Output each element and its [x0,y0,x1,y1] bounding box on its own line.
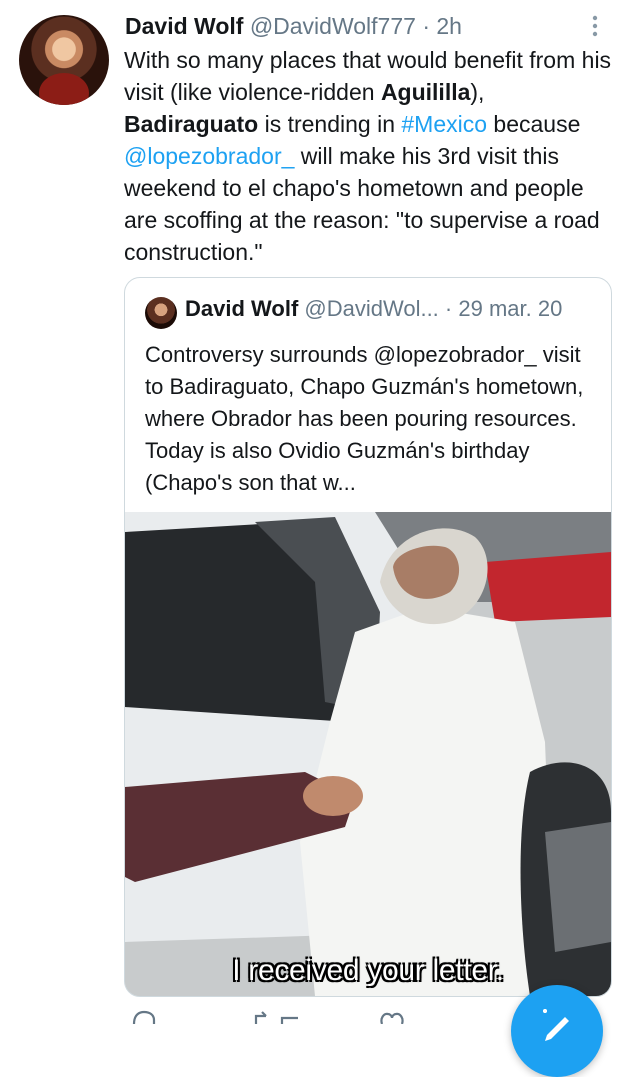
quoted-meta-separator: · [444,296,453,321]
vertical-dots-icon[interactable] [590,14,600,38]
quoted-author-avatar [145,297,177,329]
bold-text: Badiraguato [124,111,259,137]
tweet-text-segment: is trending in [258,111,402,137]
meta-separator: · [422,13,430,39]
compose-tweet-icon [543,1009,569,1041]
mention-link[interactable]: @lopezobrador_ [124,143,294,169]
hashtag-link[interactable]: #Mexico [401,111,487,137]
compose-tweet-button[interactable] [511,985,603,1077]
tweet-text: With so many places that would benefit f… [124,44,619,268]
tweet-time[interactable]: 2h [436,13,462,39]
author-handle[interactable]: @DavidWolf777 [250,13,416,39]
heart-icon[interactable] [378,1010,406,1024]
quoted-author-display-name: David Wolf [185,296,299,321]
video-caption: I received your letter. [232,954,504,987]
video-thumbnail[interactable]: I received your letter. [125,512,611,996]
bold-text: Aguililla [380,79,471,105]
tweet-text-segment: ), [470,79,485,105]
tweet-header: David Wolf @DavidWolf777 · 2h [125,12,462,40]
quoted-tweet-text: Controversy surrounds @lopezobrador_ vis… [145,342,584,495]
tweet-actions [124,1010,544,1024]
quoted-tweet-date: 29 mar. 20 [458,296,563,321]
quoted-author-handle: @DavidWol... [304,296,439,321]
reply-icon[interactable] [130,1010,158,1024]
video-frame [125,512,611,996]
quoted-tweet-header: David Wolf @DavidWol... · 29 mar. 20 [185,294,562,324]
quoted-tweet-card[interactable]: David Wolf @DavidWol... · 29 mar. 20 Con… [124,277,612,997]
retweet-icon[interactable] [252,1010,308,1024]
tweet-text-segment: because [487,111,581,137]
author-display-name[interactable]: David Wolf [125,13,243,39]
tweet-text-segment: With so many places that would benefit f… [124,47,612,105]
author-avatar[interactable] [19,15,109,105]
